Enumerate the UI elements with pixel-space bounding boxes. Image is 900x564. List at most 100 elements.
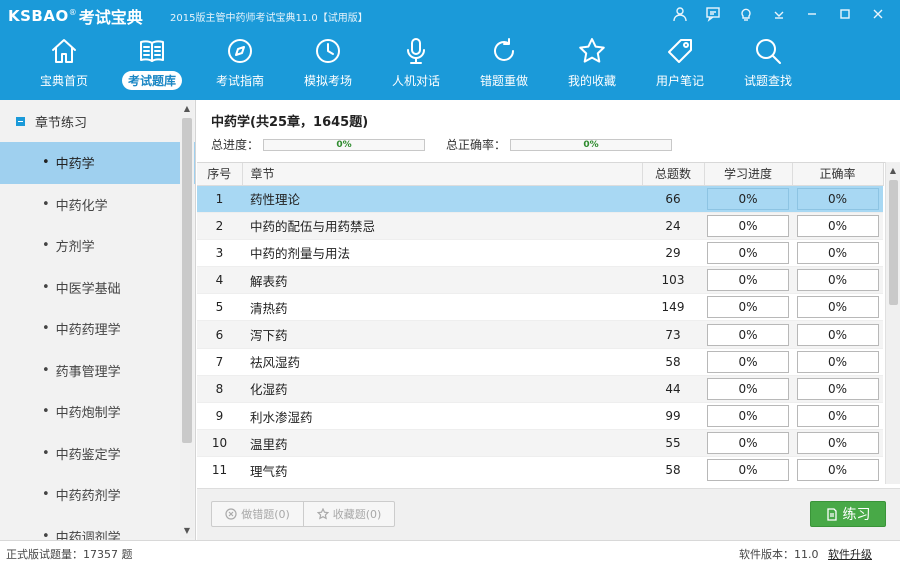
- col-number[interactable]: 序号: [197, 163, 243, 186]
- scroll-up-icon[interactable]: ▲: [180, 100, 194, 116]
- row-number: 10: [197, 429, 242, 458]
- book-icon: [140, 40, 164, 62]
- scrollbar-thumb[interactable]: [182, 118, 192, 443]
- sidebar-item[interactable]: • 方剂学: [0, 225, 195, 267]
- chapter-name[interactable]: 泻下药: [242, 320, 642, 349]
- table-row[interactable]: 8 化湿药 44 0% 0%: [197, 375, 883, 404]
- progress-value: 0%: [707, 296, 789, 319]
- scroll-up-icon[interactable]: ▲: [886, 162, 900, 178]
- table-row[interactable]: 6 泻下药 73 0% 0%: [197, 320, 883, 349]
- table-row[interactable]: 7 祛风湿药 58 0% 0%: [197, 348, 883, 376]
- sidebar-item[interactable]: • 药事管理学: [0, 350, 195, 392]
- nav-question-bank[interactable]: 考试题库: [108, 34, 196, 96]
- chapter-name[interactable]: 清热药: [242, 293, 642, 322]
- accuracy-value: 0%: [796, 377, 879, 400]
- sidebar-item-label: 中药调剂学: [55, 530, 121, 540]
- nav-redo-wrong[interactable]: 错题重做: [460, 34, 548, 96]
- sidebar-item[interactable]: • 中药化学: [0, 184, 195, 226]
- maximize-icon: [839, 9, 850, 19]
- action-bar: 做错题(0) 收藏题(0) 练习: [197, 488, 900, 540]
- message-icon: [705, 7, 720, 22]
- table-row[interactable]: 10 温里药 55 0% 0%: [197, 429, 883, 458]
- chapter-name[interactable]: 祛风湿药: [242, 348, 642, 376]
- col-progress[interactable]: 学习进度: [704, 163, 793, 186]
- maximize-button[interactable]: [828, 2, 861, 26]
- filter-button-group: 做错题(0) 收藏题(0): [211, 501, 395, 527]
- table-row[interactable]: 4 解表药 103 0% 0%: [197, 266, 883, 295]
- main-nav: 宝典首页 考试题库 考试指南 模拟考场 人机对话 错题重做 我的收藏 用户笔记: [20, 34, 812, 96]
- user-button[interactable]: [663, 2, 696, 26]
- status-bar: 正式版试题量：17357 题 软件版本：11.0 软件升级: [0, 540, 900, 564]
- chapter-name[interactable]: 温里药: [242, 429, 642, 458]
- scrollbar-thumb[interactable]: [889, 180, 898, 305]
- table-row[interactable]: 1 药性理论 66 0% 0%: [197, 185, 883, 213]
- nav-mock-exam[interactable]: 模拟考场: [284, 34, 372, 96]
- nav-dialog[interactable]: 人机对话: [372, 34, 460, 96]
- chapter-sidebar: 章节练习 • 中药学 • 中药化学 • 方剂学 • 中医学基础 • 中药药理学 • 药事管理…: [0, 100, 196, 540]
- sidebar-item[interactable]: • 中药炮制学: [0, 391, 195, 433]
- chapter-name[interactable]: 中药的剂量与用法: [242, 239, 642, 268]
- progress-cell: 0%: [704, 293, 792, 322]
- table-row[interactable]: 2 中药的配伍与用药禁忌 24 0% 0%: [197, 212, 883, 240]
- row-number: 4: [197, 266, 242, 295]
- table-row[interactable]: 5 清热药 149 0% 0%: [197, 293, 883, 322]
- sidebar-item[interactable]: • 中药调剂学: [0, 516, 195, 540]
- message-button[interactable]: [696, 2, 729, 26]
- chapter-name[interactable]: 利水渗湿药: [242, 402, 642, 431]
- bullet-icon: •: [42, 404, 50, 420]
- question-count: 44: [642, 375, 704, 404]
- accuracy-value: 0%: [796, 269, 879, 292]
- col-total[interactable]: 总题数: [642, 163, 705, 186]
- tips-button[interactable]: [729, 2, 762, 26]
- tag-icon: [668, 39, 692, 63]
- nav-favorites[interactable]: 我的收藏: [548, 34, 636, 96]
- wrong-questions-button[interactable]: 做错题(0): [212, 502, 303, 526]
- chapter-name[interactable]: 理气药: [242, 456, 642, 484]
- accuracy-cell: 0%: [792, 212, 883, 240]
- sidebar-header[interactable]: 章节练习: [0, 100, 195, 142]
- version-label: 软件版本：11.0: [739, 548, 819, 561]
- compass-icon: [228, 39, 252, 63]
- chapter-name[interactable]: 中药的配伍与用药禁忌: [242, 212, 642, 240]
- practice-button[interactable]: 练习: [810, 501, 886, 527]
- favorite-questions-button[interactable]: 收藏题(0): [303, 502, 394, 526]
- sidebar-scrollbar[interactable]: ▲ ▼: [180, 100, 194, 538]
- chapter-name[interactable]: 药性理论: [242, 185, 642, 213]
- bullet-icon: •: [42, 238, 50, 254]
- nav-label: 我的收藏: [567, 74, 616, 88]
- collapse-icon[interactable]: [16, 116, 25, 126]
- table-row[interactable]: 9 利水渗湿药 99 0% 0%: [197, 402, 883, 431]
- accuracy-cell: 0%: [792, 239, 883, 268]
- sidebar-item-label: 中药鉴定学: [55, 447, 121, 463]
- minimize-button[interactable]: [795, 2, 828, 26]
- sidebar-item-zhongyaoxue[interactable]: • 中药学: [0, 142, 195, 184]
- col-accuracy[interactable]: 正确率: [792, 163, 884, 186]
- sidebar-item[interactable]: • 中药药理学: [0, 308, 195, 350]
- nav-notes[interactable]: 用户笔记: [636, 34, 724, 96]
- sidebar-item[interactable]: • 中医学基础: [0, 267, 195, 309]
- sidebar-item[interactable]: • 中药药剂学: [0, 474, 195, 516]
- chapter-name[interactable]: 化湿药: [242, 375, 642, 404]
- menu-dropdown-button[interactable]: [762, 2, 795, 26]
- nav-home[interactable]: 宝典首页: [20, 34, 108, 96]
- question-count: 99: [642, 402, 704, 431]
- sidebar-item[interactable]: • 中药鉴定学: [0, 433, 195, 475]
- bullet-icon: •: [42, 362, 50, 378]
- user-icon: [672, 7, 687, 22]
- close-button[interactable]: [861, 2, 894, 26]
- chapter-name[interactable]: 解表药: [242, 266, 642, 295]
- table-scrollbar[interactable]: ▲: [885, 162, 900, 484]
- col-chapter[interactable]: 章节: [242, 163, 643, 186]
- clock-icon: [316, 39, 340, 63]
- row-number: 3: [197, 239, 242, 268]
- row-number: 9: [197, 402, 242, 431]
- scroll-down-icon[interactable]: ▼: [180, 522, 194, 538]
- nav-guide[interactable]: 考试指南: [196, 34, 284, 96]
- logo-text-en: KSBAO: [8, 7, 69, 25]
- table-row[interactable]: 3 中药的剂量与用法 29 0% 0%: [197, 239, 883, 268]
- upgrade-link[interactable]: 软件升级: [828, 548, 872, 561]
- table-row[interactable]: 11 理气药 58 0% 0%: [197, 456, 883, 484]
- nav-search[interactable]: 试题查找: [724, 34, 812, 96]
- row-number: 2: [197, 212, 242, 240]
- progress-value: 0%: [707, 377, 789, 400]
